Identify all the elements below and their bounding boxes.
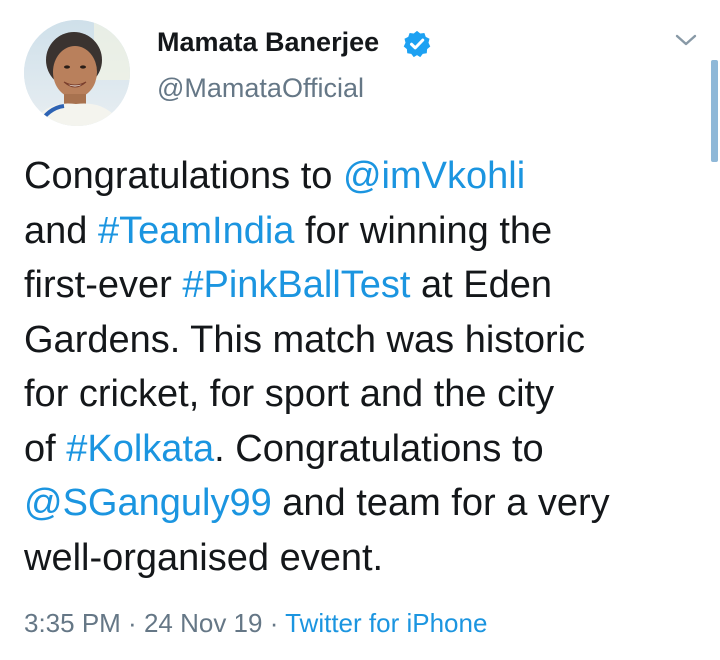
tweet-meta: 3:35 PM · 24 Nov 19 · Twitter for iPhone [24, 608, 487, 639]
tweet-text-line: well-organised event. [24, 531, 704, 586]
tweet-text-segment: for cricket, for sport and the city [24, 373, 555, 415]
tweet-text-segment: and [24, 209, 98, 252]
tweet-text-segment: for winning the [294, 209, 553, 252]
tweet-text-line: first-ever #PinkBallTest at Eden [24, 258, 704, 313]
hashtag-link[interactable]: #Kolkata [66, 428, 214, 470]
tweet-text-line: @SGanguly99 and team for a very [24, 476, 704, 531]
mention-link[interactable]: @SGanguly99 [24, 482, 272, 524]
author-display-name[interactable]: Mamata Banerjee [157, 27, 379, 58]
tweet-date[interactable]: 24 Nov 19 [144, 608, 263, 638]
meta-separator: · [120, 608, 144, 638]
tweet-text-segment: first-ever [24, 264, 183, 306]
hashtag-link[interactable]: #PinkBallTest [182, 264, 410, 306]
tweet-text-segment: Gardens. This match was historic [24, 318, 586, 361]
tweet-text-segment: at Eden [410, 264, 553, 306]
meta-separator: · [262, 608, 286, 638]
mention-link[interactable]: @imVkohli [343, 155, 525, 197]
tweet-text-segment: Congratulations to [24, 155, 343, 197]
hashtag-link[interactable]: #TeamIndia [98, 210, 294, 252]
tweet-text-line: for cricket, for sport and the city [24, 367, 704, 422]
tweet-card: Mamata Banerjee @MamataOfficial Congratu… [0, 0, 720, 660]
tweet-text-line: and #TeamIndia for winning the [24, 204, 704, 259]
tweet-text-segment: well-organised event. [24, 536, 384, 579]
scrollbar[interactable] [711, 60, 718, 162]
avatar[interactable] [24, 20, 130, 126]
tweet-text-line: Gardens. This match was historic [24, 313, 704, 368]
tweet-source-link[interactable]: Twitter for iPhone [285, 608, 487, 638]
chevron-down-icon[interactable] [673, 30, 699, 50]
tweet-time[interactable]: 3:35 PM [24, 608, 121, 638]
tweet-text-segment: of [24, 427, 67, 470]
tweet-text-segment: . Congratulations to [214, 427, 544, 470]
tweet-text-segment: and team for a very [271, 482, 610, 524]
tweet-text: Congratulations to @imVkohli and #TeamInd… [24, 149, 704, 585]
author-handle[interactable]: @MamataOfficial [157, 73, 364, 104]
verified-badge-icon [403, 30, 431, 58]
tweet-text-line: Congratulations to @imVkohli [24, 149, 704, 204]
tweet-text-line: of #Kolkata. Congratulations to [24, 422, 704, 477]
